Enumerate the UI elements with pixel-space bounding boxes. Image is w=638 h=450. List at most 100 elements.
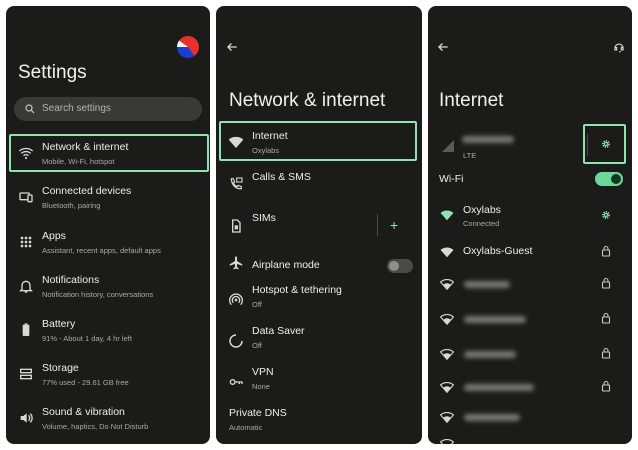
network-internet-screen: Network & internet Internet Oxylabs Call… — [216, 6, 422, 444]
settings-item-network[interactable]: Network & internet Mobile, Wi-Fi, hotspo… — [6, 141, 210, 181]
item-title: Private DNS — [229, 407, 287, 419]
mobile-network-gear-icon[interactable] — [600, 138, 612, 150]
gear-icon[interactable] — [600, 209, 612, 221]
item-subtitle: Notification history, conversations — [42, 290, 154, 299]
airplane-mode-toggle[interactable] — [387, 259, 413, 273]
item-title: Internet — [252, 130, 288, 142]
item-title: SIMs — [252, 212, 276, 224]
devices-icon — [18, 189, 34, 205]
network-item-data-saver[interactable]: Data Saver Off — [216, 325, 422, 365]
network-item-hotspot[interactable]: Hotspot & tethering Off — [216, 284, 422, 324]
wifi-icon — [18, 145, 34, 161]
redacted-network-name — [464, 281, 510, 288]
calls-sms-icon — [228, 176, 244, 192]
redacted-network-name — [464, 414, 520, 421]
avatar[interactable] — [177, 36, 199, 58]
item-subtitle: Volume, haptics, Do Not Disturb — [42, 422, 149, 431]
settings-screen: Settings Search settings Network & inter… — [6, 6, 210, 444]
network-item-calls-sms[interactable]: Calls & SMS — [216, 171, 422, 211]
lock-icon — [601, 277, 611, 289]
divider — [377, 214, 378, 236]
item-subtitle: Assistant, recent apps, default apps — [42, 246, 161, 255]
network-status: Connected — [463, 219, 500, 228]
search-icon — [24, 103, 36, 115]
settings-item-apps[interactable]: Apps Assistant, recent apps, default app… — [6, 230, 210, 270]
item-subtitle: Off — [252, 341, 262, 350]
troubleshoot-icon[interactable] — [612, 40, 626, 54]
wifi-signal-icon — [440, 246, 454, 258]
bell-icon — [18, 278, 34, 294]
item-title: Calls & SMS — [252, 171, 311, 183]
item-subtitle: Bluetooth, pairing — [42, 201, 101, 210]
item-subtitle: Off — [252, 300, 262, 309]
item-subtitle: Automatic — [229, 423, 263, 432]
item-title: VPN — [252, 366, 274, 378]
item-subtitle: Mobile, Wi-Fi, hotspot — [42, 157, 115, 166]
network-type-label: LTE — [463, 151, 477, 160]
settings-item-sound[interactable]: Sound & vibration Volume, haptics, Do No… — [6, 406, 210, 444]
item-title: Battery — [42, 318, 76, 330]
settings-item-battery[interactable]: Battery 91% - About 1 day, 4 hr left — [6, 318, 210, 358]
lock-icon — [601, 347, 611, 359]
wifi-signal-icon — [440, 381, 454, 393]
lock-icon — [601, 312, 611, 324]
airplane-icon — [228, 255, 244, 271]
page-title: Settings — [18, 62, 87, 83]
redacted-carrier-name — [462, 136, 514, 143]
item-title: Hotspot & tethering — [252, 284, 342, 296]
back-arrow-icon[interactable] — [436, 40, 450, 54]
network-item-sims[interactable]: SIMs + — [216, 212, 422, 252]
item-subtitle: 77% used - 29.61 GB free — [42, 378, 129, 387]
network-item-vpn[interactable]: VPN None — [216, 366, 422, 406]
item-title: Notifications — [42, 274, 100, 286]
item-title: Data Saver — [252, 325, 305, 337]
item-title: Storage — [42, 362, 79, 374]
page-title: Network & internet — [229, 90, 386, 111]
lock-icon — [601, 245, 611, 257]
sim-icon — [228, 218, 244, 234]
apps-grid-icon — [18, 234, 34, 250]
redacted-network-name — [464, 384, 534, 391]
signal-icon — [440, 138, 456, 154]
lock-icon — [601, 380, 611, 392]
redacted-network-name — [464, 316, 526, 323]
settings-item-connected-devices[interactable]: Connected devices Bluetooth, pairing — [6, 185, 210, 225]
network-name: Oxylabs — [463, 204, 501, 216]
wifi-toggle[interactable] — [595, 172, 623, 186]
item-subtitle: Oxylabs — [252, 146, 280, 155]
search-placeholder: Search settings — [42, 103, 111, 114]
wifi-signal-icon — [440, 348, 454, 360]
item-title: Connected devices — [42, 185, 132, 197]
internet-screen: Internet LTE Wi-Fi Oxylabs Connected Oxy… — [428, 6, 632, 444]
item-title: Apps — [42, 230, 66, 242]
volume-icon — [18, 410, 34, 426]
item-title: Airplane mode — [252, 259, 320, 271]
data-saver-icon — [228, 333, 244, 349]
redacted-network-name — [464, 351, 516, 358]
wifi-signal-icon — [440, 438, 454, 444]
item-subtitle: None — [252, 382, 270, 391]
wifi-signal-icon — [440, 411, 454, 423]
item-title: Sound & vibration — [42, 406, 125, 418]
search-settings-bar[interactable]: Search settings — [14, 97, 202, 121]
divider — [587, 134, 588, 156]
battery-icon — [18, 322, 34, 338]
vpn-key-icon — [228, 374, 244, 390]
wifi-icon — [228, 134, 244, 150]
settings-item-storage[interactable]: Storage 77% used - 29.61 GB free — [6, 362, 210, 402]
network-item-private-dns[interactable]: Private DNS Automatic — [216, 407, 422, 444]
settings-item-notifications[interactable]: Notifications Notification history, conv… — [6, 274, 210, 314]
hotspot-icon — [228, 292, 244, 308]
network-item-internet[interactable]: Internet Oxylabs — [216, 130, 422, 170]
wifi-label: Wi-Fi — [439, 173, 464, 185]
wifi-signal-icon — [440, 209, 454, 221]
add-sim-button[interactable]: + — [390, 218, 398, 232]
item-subtitle: 91% - About 1 day, 4 hr left — [42, 334, 132, 343]
wifi-signal-icon — [440, 278, 454, 290]
back-arrow-icon[interactable] — [225, 40, 239, 54]
item-title: Network & internet — [42, 141, 129, 153]
page-title: Internet — [439, 90, 504, 111]
wifi-signal-icon — [440, 313, 454, 325]
storage-icon — [18, 366, 34, 382]
network-name: Oxylabs-Guest — [463, 245, 533, 257]
